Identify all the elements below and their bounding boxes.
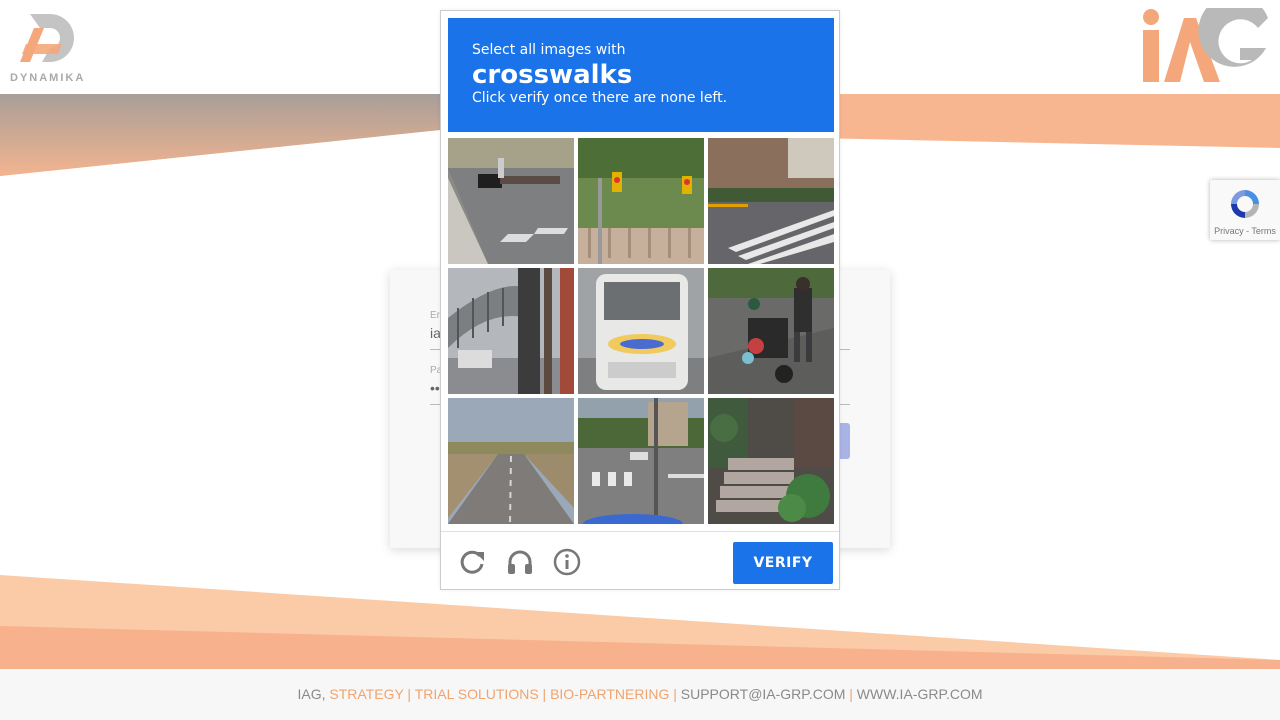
page: DYNAMIKA Er ia Pa •• Privacy - Terms Sel… (0, 0, 1280, 720)
footer-website-link[interactable]: WWW.IA-GRP.COM (857, 686, 983, 702)
captcha-instruction: Select all images with (472, 42, 626, 58)
captcha-tile-4[interactable] (448, 268, 574, 394)
captcha-image-grid (448, 138, 834, 524)
recaptcha-icon (1231, 190, 1259, 218)
info-icon[interactable] (553, 548, 581, 576)
footer: IAG, STRATEGY | TRIAL SOLUTIONS | BIO-PA… (0, 669, 1280, 720)
captcha-hint: Click verify once there are none left. (472, 90, 728, 106)
dynamika-logo: DYNAMIKA (8, 10, 88, 86)
captcha-challenge: Select all images with crosswalks Click … (440, 10, 840, 590)
captcha-keyword: crosswalks (472, 60, 633, 90)
dynamika-d-icon (20, 14, 74, 62)
iag-logo (1143, 8, 1268, 82)
audio-headphones-icon[interactable] (506, 548, 534, 576)
captcha-tile-7[interactable] (448, 398, 574, 524)
verify-button[interactable]: VERIFY (733, 542, 833, 584)
captcha-tile-5[interactable] (578, 268, 704, 394)
captcha-tile-9[interactable] (708, 398, 834, 524)
footer-email-link[interactable]: SUPPORT@IA-GRP.COM (681, 686, 846, 702)
dynamika-wordmark: DYNAMIKA (10, 72, 86, 84)
footer-separator: | (849, 686, 853, 702)
captcha-tile-6[interactable] (708, 268, 834, 394)
recaptcha-badge[interactable]: Privacy - Terms (1210, 180, 1280, 240)
captcha-controls: VERIFY (441, 531, 839, 589)
captcha-tile-3[interactable] (708, 138, 834, 264)
recaptcha-privacy-terms[interactable]: Privacy - Terms (1210, 226, 1280, 236)
footer-services: STRATEGY | TRIAL SOLUTIONS | BIO-PARTNER… (329, 686, 677, 702)
captcha-header: Select all images with crosswalks Click … (448, 18, 834, 132)
footer-org: IAG, (297, 686, 326, 702)
reload-icon[interactable] (458, 548, 486, 576)
captcha-tile-8[interactable] (578, 398, 704, 524)
captcha-tile-1[interactable] (448, 138, 574, 264)
captcha-tile-2[interactable] (578, 138, 704, 264)
